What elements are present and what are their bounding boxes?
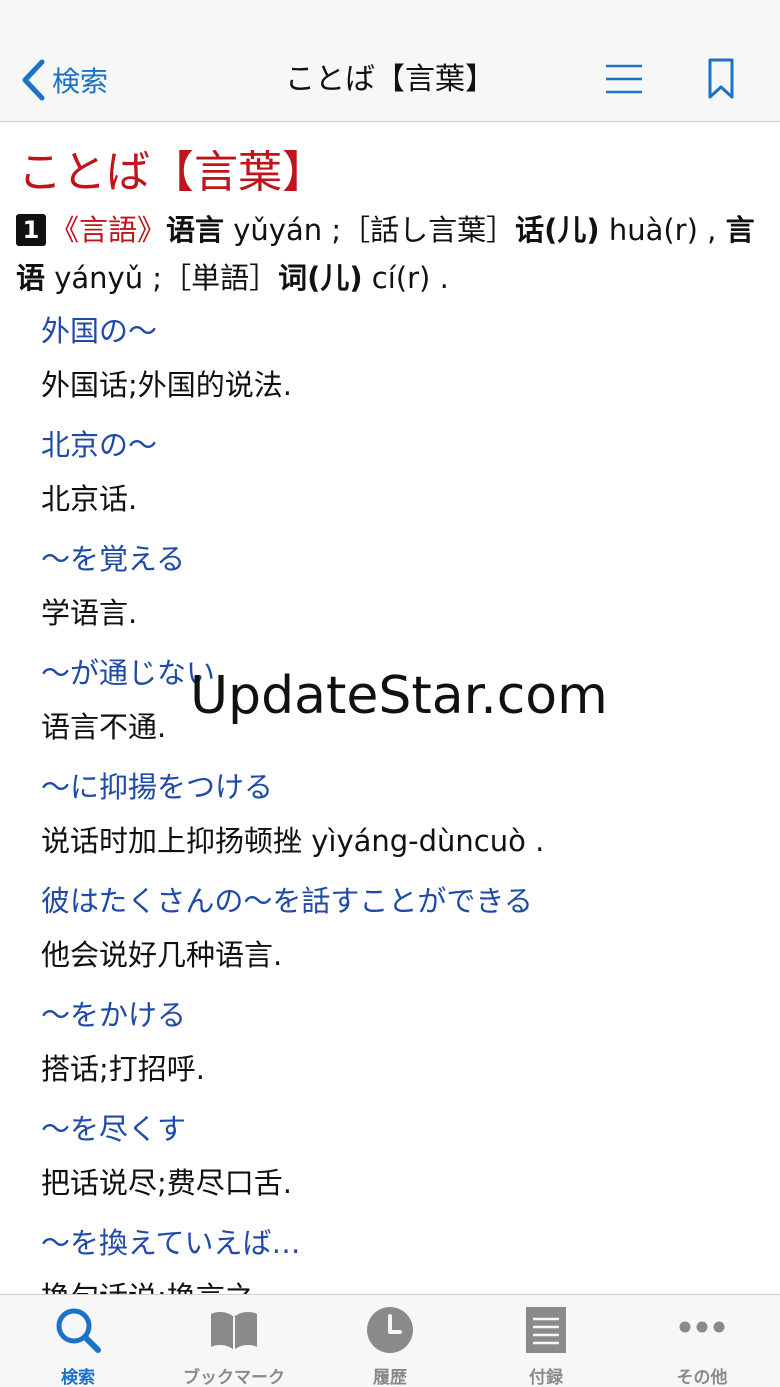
example-japanese[interactable]: 北京の〜: [41, 422, 157, 464]
translation-text: yǔyán ;［話し言葉］: [224, 213, 516, 247]
example-japanese[interactable]: 〜を換えていえば…: [41, 1220, 301, 1262]
examples-list: 外国の〜 外国话;外国的说法. 北京の〜 北京话. 〜を覚える 学语言. 〜が通…: [41, 304, 761, 1294]
tab-bar: 検索 ブックマーク 履歴 付録 その他: [0, 1294, 780, 1387]
watermark: UpdateStar.com: [190, 666, 608, 726]
example-chinese: 学语言.: [41, 596, 138, 630]
example-item: 〜を尽くす 把话说尽;费尽口舌.: [41, 1102, 761, 1216]
example-chinese: 搭话;打招呼.: [41, 1052, 205, 1086]
page-title: ことば【言葉】: [285, 62, 495, 97]
document-icon: [526, 1307, 566, 1353]
translation-text: huà(r) ,: [599, 213, 726, 247]
example-chinese: 他会说好几种语言.: [41, 938, 283, 972]
chevron-left-icon: [22, 59, 45, 101]
tab-bookmarks[interactable]: ブックマーク: [156, 1295, 312, 1387]
tab-label: 検索: [61, 1368, 95, 1387]
tab-label: ブックマーク: [183, 1368, 285, 1387]
bookmark-button[interactable]: [706, 58, 736, 100]
example-chinese: 语言不通.: [41, 710, 167, 744]
example-japanese[interactable]: 〜を尽くす: [41, 1106, 186, 1148]
definition-text: 1 《言語》语言 yǔyán ;［話し言葉］话(儿) huà(r) , 言语 yá…: [16, 206, 756, 302]
example-chinese: 把话说尽;费尽口舌.: [41, 1166, 292, 1200]
example-chinese: 北京话.: [41, 482, 138, 516]
list-button[interactable]: [604, 60, 644, 100]
translation-text: yányǔ ;［単語］: [45, 261, 279, 295]
translation-bold: 词(儿): [278, 261, 363, 295]
tab-label: その他: [676, 1368, 728, 1387]
tab-history[interactable]: 履歴: [312, 1295, 468, 1387]
bookmark-icon: [708, 58, 734, 99]
example-item: 〜を換えていえば… 换句话说;换言之.: [41, 1216, 761, 1294]
sense-number-badge: 1: [16, 214, 46, 246]
example-japanese[interactable]: 〜を覚える: [41, 536, 185, 578]
example-japanese[interactable]: 彼はたくさんの〜を話すことができる: [41, 878, 533, 920]
tab-more[interactable]: その他: [624, 1295, 780, 1387]
translation-text: cí(r) .: [362, 261, 449, 295]
example-item: 北京の〜 北京话.: [41, 418, 761, 532]
entry-content[interactable]: ことば【言葉】 1 《言語》语言 yǔyán ;［話し言葉］话(儿) huà(r)…: [0, 122, 780, 1294]
search-icon: [56, 1308, 101, 1353]
example-item: 〜をかける 搭话;打招呼.: [41, 988, 761, 1102]
example-chinese: 说话时加上抑扬顿挫 yìyáng-dùncuò .: [41, 824, 545, 858]
clock-icon: [367, 1307, 413, 1353]
example-chinese: 换句话说;换言之.: [41, 1274, 263, 1294]
example-item: 〜を覚える 学语言.: [41, 532, 761, 646]
example-item: 〜に抑揚をつける 说话时加上抑扬顿挫 yìyáng-dùncuò .: [41, 760, 761, 874]
headword: ことば【言葉】: [18, 147, 326, 198]
example-item: 外国の〜 外国话;外国的说法.: [41, 304, 761, 418]
tab-search[interactable]: 検索: [0, 1295, 156, 1387]
example-japanese[interactable]: 〜に抑揚をつける: [41, 764, 273, 806]
tab-label: 付録: [529, 1368, 563, 1387]
tab-appendix[interactable]: 付録: [468, 1295, 624, 1387]
example-japanese[interactable]: 〜をかける: [41, 992, 186, 1034]
example-japanese[interactable]: 〜が通じない: [41, 650, 215, 692]
list-icon: [606, 64, 642, 94]
translation-bold: 话(儿): [515, 213, 600, 247]
sense-label: 《言語》: [50, 213, 167, 247]
back-button[interactable]: 検索: [20, 56, 108, 104]
tab-label: 履歴: [373, 1368, 407, 1387]
back-label: 検索: [52, 65, 109, 98]
translation-bold: 语言: [166, 213, 225, 247]
example-item: 彼はたくさんの〜を話すことができる 他会说好几种语言.: [41, 874, 761, 988]
example-japanese[interactable]: 外国の〜: [41, 308, 157, 350]
book-icon: [211, 1312, 257, 1350]
dictionary-screen: 検索 ことば【言葉】 ことば【言葉】 1 《言語》语言 yǔyán ;［話し言葉］…: [0, 0, 780, 1387]
more-icon: [679, 1321, 725, 1333]
example-chinese: 外国话;外国的说法.: [41, 368, 292, 402]
navigation-bar: 検索 ことば【言葉】: [0, 0, 780, 122]
